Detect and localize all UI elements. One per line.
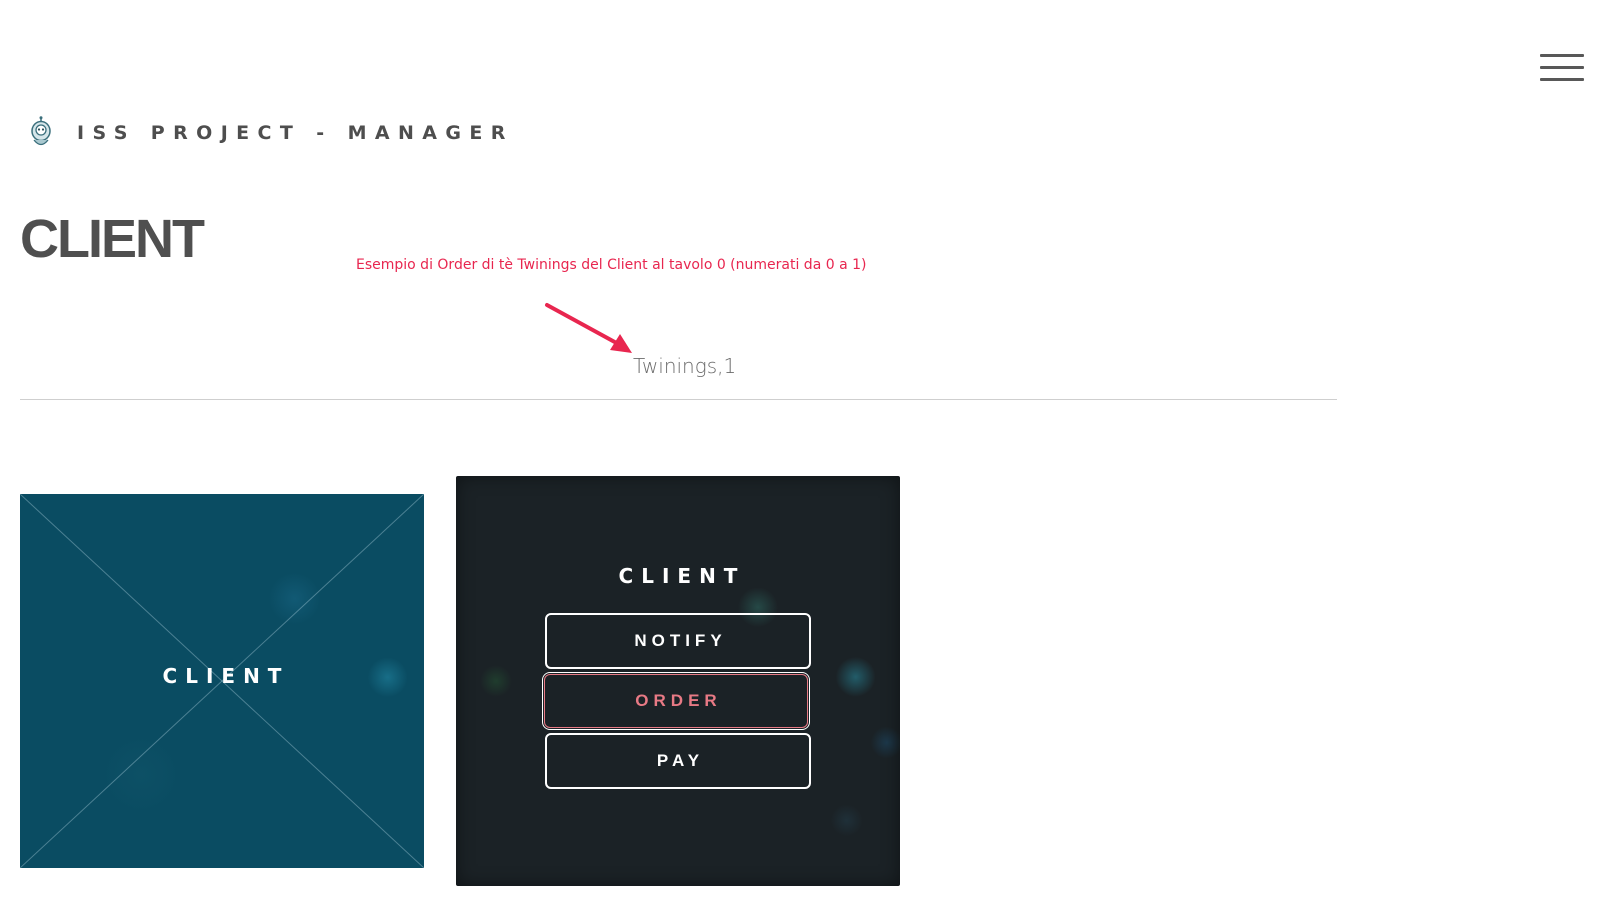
- hamburger-menu-icon[interactable]: [1540, 54, 1584, 84]
- menu-line: [1540, 66, 1584, 69]
- page-title: CLIENT: [20, 209, 205, 269]
- order-value: Twinings,1: [633, 354, 737, 378]
- menu-line: [1540, 54, 1584, 57]
- tile-label: CLIENT: [162, 664, 290, 688]
- client-tile-back: CLIENT NOTIFY ORDER PAY: [456, 476, 900, 886]
- brand-title[interactable]: ISS PROJECT - MANAGER: [77, 122, 514, 144]
- client-tile-front[interactable]: CLIENT: [20, 494, 424, 868]
- pay-button[interactable]: PAY: [545, 733, 811, 789]
- tile-title: CLIENT: [618, 564, 746, 588]
- arrow-icon: [545, 303, 632, 353]
- robot-icon[interactable]: [30, 116, 52, 150]
- order-button[interactable]: ORDER: [542, 672, 810, 730]
- site-header: ISS PROJECT - MANAGER: [30, 116, 514, 150]
- menu-line: [1540, 78, 1584, 81]
- notify-button[interactable]: NOTIFY: [545, 613, 811, 669]
- annotation-note: Esempio di Order di tè Twinings del Clie…: [356, 257, 867, 273]
- divider: [20, 399, 1337, 400]
